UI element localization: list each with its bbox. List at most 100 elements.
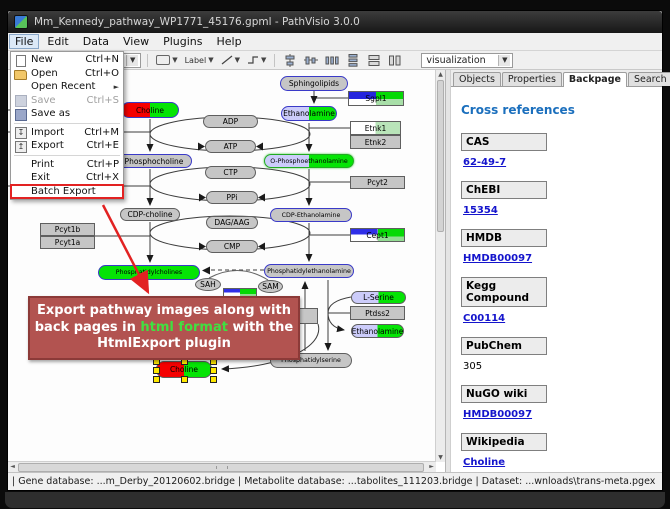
node-phosphatidylcholines[interactable]: Phosphatidylcholines bbox=[98, 265, 200, 280]
tab-properties[interactable]: Properties bbox=[502, 72, 562, 86]
node-sah[interactable]: SAH bbox=[195, 278, 221, 291]
menu-edit[interactable]: Edit bbox=[41, 34, 74, 49]
node-atp[interactable]: ATP bbox=[205, 140, 256, 153]
distribute-vertical-button[interactable] bbox=[344, 53, 362, 68]
xref-link[interactable]: C00114 bbox=[463, 313, 652, 324]
menu-item-exit[interactable]: ExitCtrl+X bbox=[11, 171, 123, 185]
line-tool-button[interactable]: ▼ bbox=[219, 53, 242, 68]
selection-handle[interactable] bbox=[153, 367, 160, 374]
node-etnk1[interactable]: Etnk1 bbox=[350, 121, 401, 135]
node-pcyt1a[interactable]: Pcyt1a bbox=[40, 236, 95, 249]
node-l-serine[interactable]: L-Serine bbox=[351, 291, 406, 304]
menu-item-batch-export[interactable]: Batch Export bbox=[11, 185, 123, 199]
xref-link[interactable]: HMDB00097 bbox=[463, 253, 652, 264]
menu-help[interactable]: Help bbox=[211, 34, 248, 49]
new-file-icon bbox=[14, 55, 27, 65]
menu-item-export[interactable]: ↥ExportCtrl+E bbox=[11, 139, 123, 153]
node-cdp-choline[interactable]: CDP-choline bbox=[120, 208, 180, 221]
selection-handle[interactable] bbox=[210, 367, 217, 374]
node-ctp[interactable]: CTP bbox=[205, 166, 256, 179]
menu-item-open-recent[interactable]: Open Recent► bbox=[11, 80, 123, 94]
node-etnk2[interactable]: Etnk2 bbox=[350, 135, 401, 149]
file-menu-popup: NewCtrl+NOpenCtrl+OOpen Recent►SaveCtrl+… bbox=[10, 51, 124, 200]
menu-item-shortcut: Ctrl+X bbox=[86, 172, 119, 183]
xref-section-chebi: ChEBI15354 bbox=[461, 181, 652, 216]
xref-link[interactable]: Choline bbox=[463, 457, 652, 468]
xref-link[interactable]: 15354 bbox=[463, 205, 652, 216]
xref-link[interactable]: 62-49-7 bbox=[463, 157, 652, 168]
node-pcyt1b[interactable]: Pcyt1b bbox=[40, 223, 95, 236]
distribute-horizontal-button[interactable] bbox=[323, 53, 341, 68]
xref-section-hmdb: HMDBHMDB00097 bbox=[461, 229, 652, 264]
tab-objects[interactable]: Objects bbox=[453, 72, 501, 86]
align-center-vertical-button[interactable] bbox=[302, 53, 320, 68]
horizontal-scrollbar[interactable]: ◄ ► bbox=[8, 461, 436, 472]
match-width-button[interactable] bbox=[365, 53, 383, 68]
selection-handle[interactable] bbox=[153, 376, 160, 383]
node-sgpl1[interactable]: Sgpl1 bbox=[348, 91, 404, 106]
menu-item-save-as[interactable]: Save as bbox=[11, 107, 123, 121]
menu-item-label: Open Recent bbox=[31, 81, 108, 92]
label-tool-button[interactable]: Label▼ bbox=[183, 53, 216, 68]
menu-bar: FileEditDataViewPluginsHelp bbox=[8, 33, 662, 51]
node-o-phosphoethanolamine[interactable]: O-Phosphoethanolamine bbox=[264, 154, 354, 168]
node-dag-aag[interactable]: DAG/AAG bbox=[206, 216, 258, 229]
node-cmp[interactable]: CMP bbox=[206, 240, 258, 253]
node-choline[interactable]: Choline bbox=[121, 102, 179, 118]
menu-item-print[interactable]: PrintCtrl+P bbox=[11, 158, 123, 172]
cross-references-heading: Cross references bbox=[461, 103, 652, 117]
xref-value: 305 bbox=[463, 361, 652, 372]
node-pcyt2[interactable]: Pcyt2 bbox=[350, 176, 405, 189]
node-ppi[interactable]: PPi bbox=[206, 191, 258, 204]
menu-item-new[interactable]: NewCtrl+N bbox=[11, 53, 123, 67]
scroll-left-arrow-icon[interactable]: ◄ bbox=[8, 462, 17, 471]
menu-data[interactable]: Data bbox=[77, 34, 115, 49]
menu-item-shortcut: Ctrl+S bbox=[86, 95, 119, 106]
scroll-up-arrow-icon[interactable]: ▲ bbox=[436, 70, 445, 79]
node-adp[interactable]: ADP bbox=[203, 115, 258, 128]
datanode-tool-button[interactable]: ▼ bbox=[154, 53, 179, 68]
selection-handle[interactable] bbox=[181, 376, 188, 383]
node-sam[interactable]: SAM bbox=[258, 280, 283, 293]
visualization-value: visualization bbox=[426, 55, 485, 66]
import-icon: ↧ bbox=[14, 127, 27, 137]
tab-backpage[interactable]: Backpage bbox=[563, 72, 627, 87]
node-sphingolipids[interactable]: Sphingolipids bbox=[280, 76, 348, 91]
align-center-horizontal-button[interactable] bbox=[281, 53, 299, 68]
visualization-combobox[interactable]: visualization ▼ bbox=[421, 53, 513, 68]
menu-item-save: SaveCtrl+S bbox=[11, 94, 123, 108]
node-ptdss2[interactable]: Ptdss2 bbox=[350, 306, 405, 320]
match-height-button[interactable] bbox=[386, 53, 404, 68]
xref-header: PubChem bbox=[461, 337, 547, 355]
node-ethanolamine[interactable]: Ethanolamine bbox=[351, 324, 404, 338]
save-as-icon bbox=[14, 109, 27, 119]
menu-item-label: Save as bbox=[31, 108, 113, 119]
backpage-panel[interactable]: Cross references CAS62-49-7ChEBI15354HMD… bbox=[451, 87, 662, 472]
xref-link[interactable]: HMDB00097 bbox=[463, 409, 652, 420]
connector-tool-icon bbox=[247, 55, 259, 65]
scroll-right-arrow-icon[interactable]: ► bbox=[427, 462, 436, 471]
xref-section-kegg-compound: Kegg CompoundC00114 bbox=[461, 277, 652, 324]
node-cdp-ethanolamine[interactable]: CDP-Ethanolamine bbox=[270, 208, 352, 222]
scroll-down-arrow-icon[interactable]: ▼ bbox=[436, 453, 445, 462]
node-phosphatidylethanolamine[interactable]: Phosphatidylethanolamine bbox=[264, 264, 354, 278]
node-ethanolamine[interactable]: Ethanolamine bbox=[281, 106, 337, 121]
vertical-scrollbar-thumb[interactable] bbox=[437, 80, 444, 232]
node-phosphocholine[interactable]: Phosphocholine bbox=[116, 154, 192, 168]
title-bar[interactable]: Mm_Kennedy_pathway_WP1771_45176.gpml - P… bbox=[8, 11, 662, 33]
menu-item-import[interactable]: ↧ImportCtrl+M bbox=[11, 126, 123, 140]
vertical-scrollbar[interactable]: ▲ ▼ bbox=[435, 70, 445, 462]
menu-item-open[interactable]: OpenCtrl+O bbox=[11, 67, 123, 81]
distribute-vertical-icon bbox=[346, 54, 360, 67]
tab-search[interactable]: Search bbox=[628, 72, 670, 86]
chevron-down-icon[interactable]: ▼ bbox=[498, 55, 510, 66]
datanode-tool-icon bbox=[156, 55, 170, 65]
menu-file[interactable]: File bbox=[9, 34, 39, 49]
selection-handle[interactable] bbox=[210, 376, 217, 383]
menu-plugins[interactable]: Plugins bbox=[157, 34, 208, 49]
connector-tool-button[interactable]: ▼ bbox=[245, 53, 268, 68]
menu-view[interactable]: View bbox=[117, 34, 155, 49]
chevron-down-icon[interactable]: ▼ bbox=[126, 55, 138, 66]
node-cept1[interactable]: Cept1 bbox=[350, 228, 405, 242]
horizontal-scrollbar-thumb[interactable] bbox=[18, 463, 424, 472]
